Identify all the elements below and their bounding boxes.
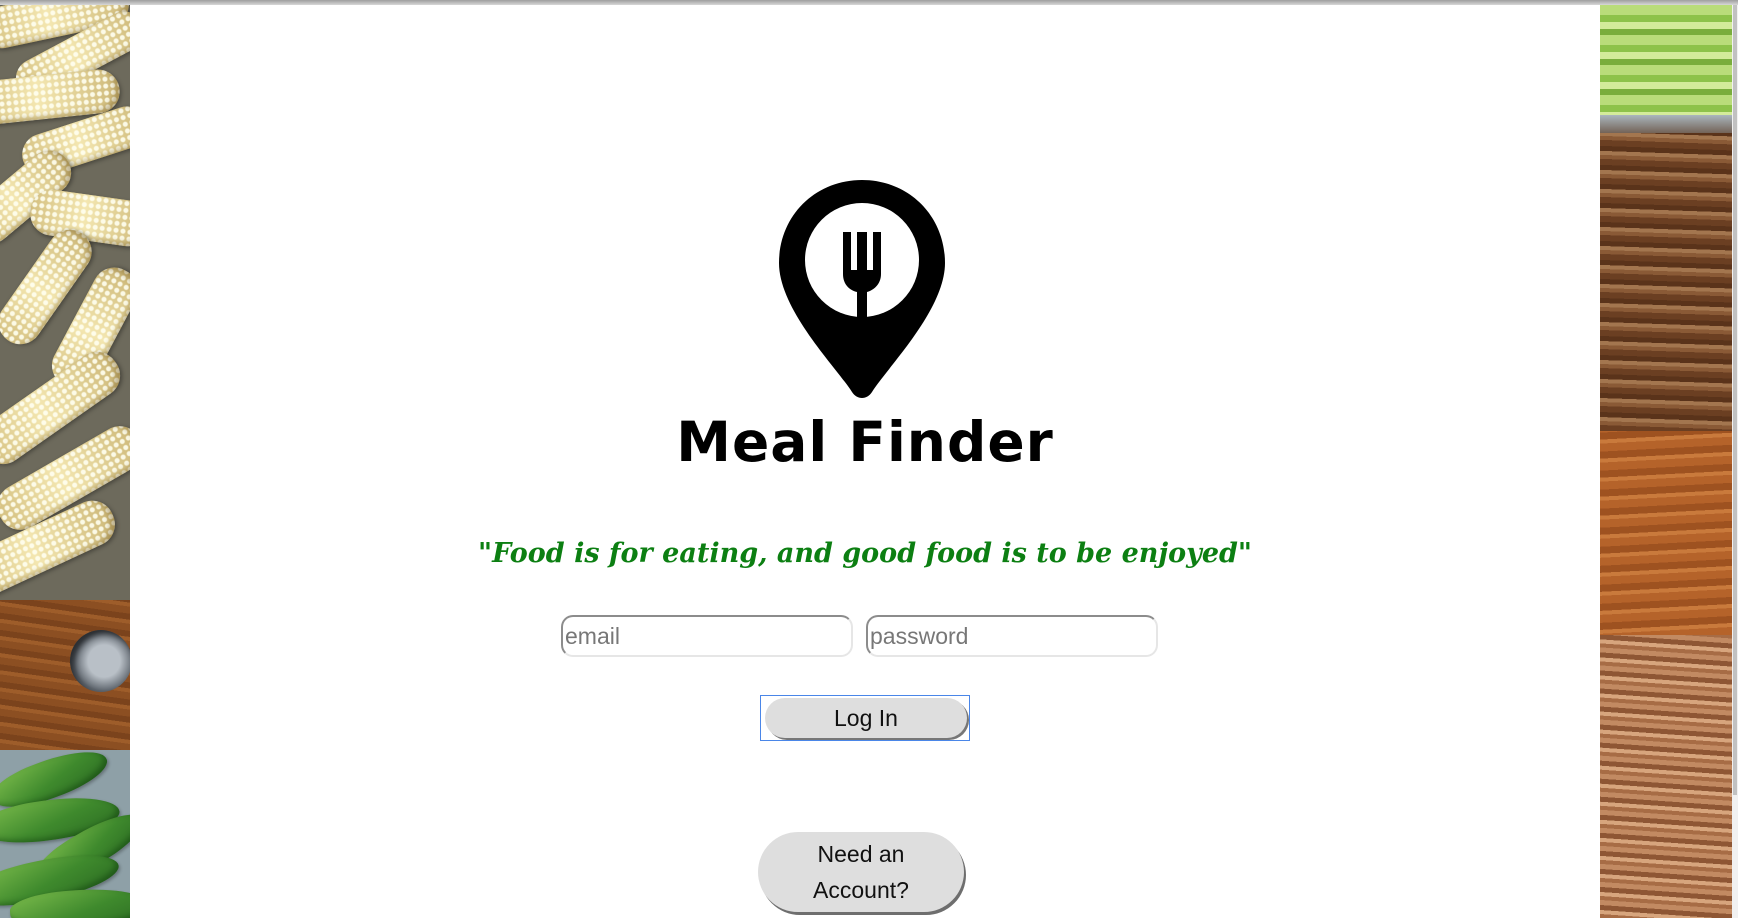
board-handle-hole [70,630,130,692]
vertical-scrollbar-thumb[interactable] [1733,5,1737,795]
login-button-focus-ring: Log In [760,695,970,741]
login-page: Meal Finder "Food is for eating, and goo… [0,0,1738,918]
location-pin-fork-icon [779,180,945,398]
celery-photo [1600,5,1732,130]
tagline-quote: "Food is for eating, and good food is to… [478,538,1252,569]
need-account-button[interactable]: Need an Account? [758,832,964,912]
app-title: Meal Finder [676,410,1054,474]
right-food-background-image [1600,5,1732,918]
browser-top-border [0,0,1738,5]
email-input[interactable] [561,615,853,657]
login-button[interactable]: Log In [765,698,967,738]
baby-corn-photo [0,5,130,605]
snap-peas-photo [0,740,130,918]
dark-wood-photo [1600,133,1732,431]
password-input[interactable] [866,615,1158,657]
orange-wood-photo [1600,431,1732,635]
light-wood-photo [1600,635,1732,918]
left-food-background-image [0,5,130,918]
